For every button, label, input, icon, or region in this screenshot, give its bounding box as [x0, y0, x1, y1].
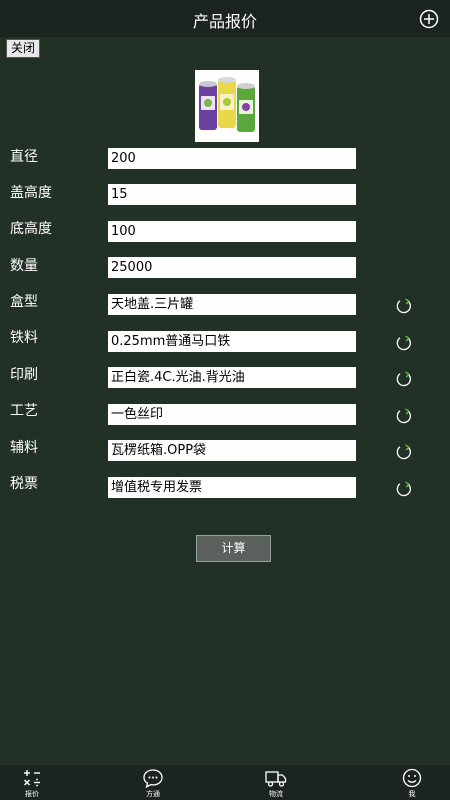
accessories-field[interactable]: 瓦楞纸箱.OPP袋 — [108, 440, 356, 461]
tab-me[interactable]: 我 — [382, 767, 442, 800]
calculator-icon — [24, 770, 40, 787]
refresh-icon[interactable] — [394, 406, 414, 426]
diameter-label: 直径 — [10, 149, 38, 165]
tab-logistics-label: 物流 — [269, 790, 283, 798]
tab-me-label: 我 — [408, 790, 416, 798]
tab-quote-label: 报价 — [25, 790, 39, 798]
tab-chat[interactable]: 方通 — [123, 767, 183, 800]
box-type-field[interactable]: 天地盖.三片罐 — [108, 294, 356, 315]
bottom-height-label: 底高度 — [10, 221, 52, 237]
invoice-field[interactable]: 增值税专用发票 — [108, 477, 356, 498]
refresh-icon[interactable] — [394, 479, 414, 499]
refresh-icon[interactable] — [394, 296, 414, 316]
lid-height-input[interactable]: 15 — [108, 184, 356, 205]
quantity-input[interactable]: 25000 — [108, 257, 356, 278]
tab-quote[interactable]: 报价 — [2, 767, 62, 800]
product-image — [195, 70, 259, 142]
product-cans-picture — [195, 70, 259, 142]
chat-icon — [143, 769, 163, 789]
invoice-label: 税票 — [10, 476, 38, 492]
lid-height-label: 盖高度 — [10, 185, 52, 201]
bottom-tab-bar: 报价 方通 物流 我 — [0, 765, 450, 800]
bottom-height-input[interactable]: 100 — [108, 221, 356, 242]
craft-label: 工艺 — [10, 403, 38, 419]
refresh-icon[interactable] — [394, 333, 414, 353]
tab-chat-label: 方通 — [146, 790, 160, 798]
printing-label: 印刷 — [10, 367, 38, 383]
plus-circle-icon[interactable] — [419, 9, 439, 29]
header-bar: 产品报价 — [0, 0, 450, 37]
refresh-icon[interactable] — [394, 369, 414, 389]
craft-field[interactable]: 一色丝印 — [108, 404, 356, 425]
user-icon — [402, 768, 422, 788]
iron-material-field[interactable]: 0.25mm普通马口铁 — [108, 331, 356, 352]
diameter-input[interactable]: 200 — [108, 148, 356, 169]
accessories-label: 辅料 — [10, 440, 38, 456]
refresh-icon[interactable] — [394, 442, 414, 462]
quantity-label: 数量 — [10, 258, 38, 274]
iron-material-label: 铁料 — [10, 330, 38, 346]
calculate-button[interactable]: 计算 — [196, 535, 271, 562]
page-title: 产品报价 — [192, 12, 257, 31]
printing-field[interactable]: 正白瓷.4C.光油.背光油 — [108, 367, 356, 388]
truck-icon — [265, 771, 287, 787]
close-button[interactable]: 关闭 — [6, 39, 40, 58]
box-type-label: 盒型 — [10, 294, 38, 310]
tab-logistics[interactable]: 物流 — [246, 767, 306, 800]
